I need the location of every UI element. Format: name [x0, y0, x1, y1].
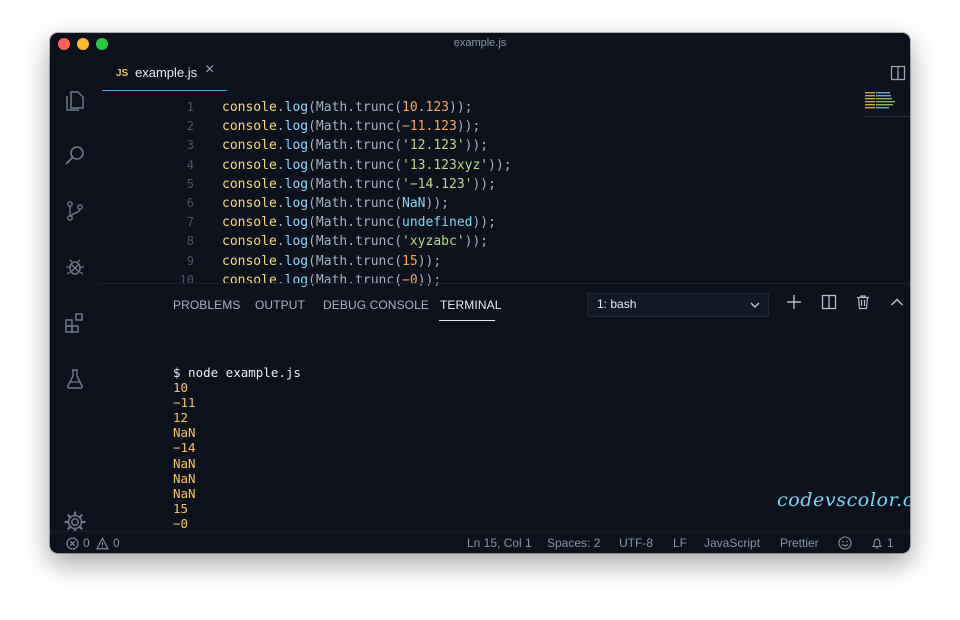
- editor-tab-bar: JS example.js × ···: [100, 55, 910, 91]
- formatter[interactable]: Prettier: [780, 536, 819, 550]
- code-text: console.log(Math.trunc('13.123xyz'));: [222, 157, 512, 173]
- encoding[interactable]: UTF-8: [619, 536, 653, 550]
- code-text: console.log(Math.trunc('−14.123'));: [222, 176, 496, 192]
- code-text: console.log(Math.trunc('12.123'));: [222, 138, 489, 154]
- code-line: 2 console.log(Math.trunc(−11.123));: [100, 117, 860, 136]
- line-number: 4: [186, 157, 194, 172]
- debug-icon[interactable]: [63, 255, 87, 279]
- line-number: 7: [186, 215, 194, 230]
- code-editor[interactable]: 1 console.log(Math.trunc(10.123)); 2 consol…: [100, 91, 910, 288]
- code-text: console.log(Math.trunc(15));: [222, 253, 442, 269]
- title-bar: example.js: [50, 33, 910, 55]
- new-terminal-plus-icon[interactable]: [786, 294, 802, 310]
- warning-icon[interactable]: [96, 537, 109, 550]
- watermark-text: codevscolor.com: [777, 489, 910, 511]
- notification-bell-icon[interactable]: [870, 536, 884, 550]
- code-text: console.log(Math.trunc(−11.123));: [222, 119, 481, 135]
- code-text: console.log(Math.trunc('xyzabc'));: [222, 234, 489, 250]
- javascript-file-icon: JS: [116, 68, 129, 79]
- code-text: console.log(Math.trunc(NaN));: [222, 196, 449, 211]
- testing-icon[interactable]: [63, 367, 87, 391]
- notification-count[interactable]: 1: [887, 536, 894, 550]
- tab-output[interactable]: OUTPUT: [255, 298, 305, 312]
- minimap[interactable]: [865, 91, 900, 111]
- tab-debug-console[interactable]: DEBUG CONSOLE: [323, 298, 429, 312]
- terminal-output-line: 10: [173, 380, 189, 395]
- terminal-select[interactable]: 1: bash: [587, 293, 769, 317]
- error-icon[interactable]: [66, 537, 79, 550]
- chevron-down-icon: [750, 302, 760, 308]
- error-count[interactable]: 0: [83, 536, 90, 550]
- terminal-output-line: NaN: [173, 425, 196, 441]
- line-number: 6: [186, 196, 194, 210]
- line-number: 3: [186, 138, 194, 153]
- active-tab-underline: [439, 320, 495, 321]
- terminal-output-line: −14: [173, 440, 196, 456]
- terminal-output-line: −11: [173, 395, 196, 411]
- feedback-smiley-icon[interactable]: [838, 536, 852, 550]
- tab-problems[interactable]: PROBLEMS: [173, 298, 241, 312]
- status-bar: 0 0 Ln 15, Col 1 Spaces: 2 UTF-8 LF Java…: [50, 531, 910, 553]
- cursor-position[interactable]: Ln 15, Col 1: [467, 536, 532, 550]
- terminal-command: $ node example.js: [173, 365, 301, 380]
- minimap-divider: [865, 116, 910, 117]
- line-number: 2: [186, 119, 194, 134]
- tab-label: example.js: [135, 65, 198, 80]
- line-number: 1: [186, 100, 194, 114]
- warning-count[interactable]: 0: [113, 536, 120, 550]
- terminal-output-line: NaN: [173, 485, 196, 501]
- window-title: example.js: [453, 37, 507, 49]
- code-line: 3 console.log(Math.trunc('12.123'));: [100, 136, 860, 155]
- source-control-icon[interactable]: [63, 199, 87, 223]
- activity-bar: [50, 55, 100, 533]
- tab-close-icon[interactable]: ×: [205, 61, 214, 79]
- indentation-setting[interactable]: Spaces: 2: [547, 536, 600, 550]
- terminal-output-line: 15: [173, 500, 189, 516]
- tab-example-js[interactable]: JS example.js ×: [102, 55, 227, 91]
- tab-terminal[interactable]: TERMINAL: [440, 298, 501, 312]
- line-number: 9: [186, 253, 194, 268]
- line-number: 8: [186, 234, 194, 249]
- code-line: 9 console.log(Math.trunc(15));: [100, 252, 860, 271]
- code-line: 1 console.log(Math.trunc(10.123));: [100, 98, 860, 117]
- terminal-output-line: 12: [173, 410, 189, 426]
- search-icon[interactable]: [63, 143, 87, 167]
- files-icon[interactable]: [63, 89, 87, 113]
- code-line: 4 console.log(Math.trunc('13.123xyz'));: [100, 156, 860, 175]
- terminal-output-line: NaN: [173, 470, 196, 486]
- terminal-output-line: NaN: [173, 455, 196, 471]
- vscode-window: example.js JS example.js × 1 console.log…: [50, 33, 910, 553]
- language-mode[interactable]: JavaScript: [704, 536, 760, 550]
- terminal-select-value: 1: bash: [597, 297, 637, 311]
- extensions-icon[interactable]: [63, 311, 87, 335]
- line-number: 5: [186, 176, 194, 191]
- code-line: 8 console.log(Math.trunc('xyzabc'));: [100, 232, 860, 251]
- code-line: 7 console.log(Math.trunc(undefined));: [100, 213, 860, 232]
- trash-icon[interactable]: [855, 294, 871, 310]
- code-text: console.log(Math.trunc(10.123));: [222, 100, 473, 115]
- code-line: 6 console.log(Math.trunc(NaN));: [100, 194, 860, 213]
- split-terminal-icon[interactable]: [821, 294, 837, 310]
- split-editor-icon[interactable]: [890, 65, 906, 81]
- line-ending[interactable]: LF: [673, 536, 687, 550]
- maximize-panel-chevron-up-icon[interactable]: [889, 294, 905, 310]
- terminal-output-line: −0: [173, 515, 189, 531]
- code-text: console.log(Math.trunc(undefined));: [222, 215, 496, 231]
- code-line: 5 console.log(Math.trunc('−14.123'));: [100, 175, 860, 194]
- bottom-panel: PROBLEMS OUTPUT DEBUG CONSOLE TERMINAL 1…: [100, 283, 910, 546]
